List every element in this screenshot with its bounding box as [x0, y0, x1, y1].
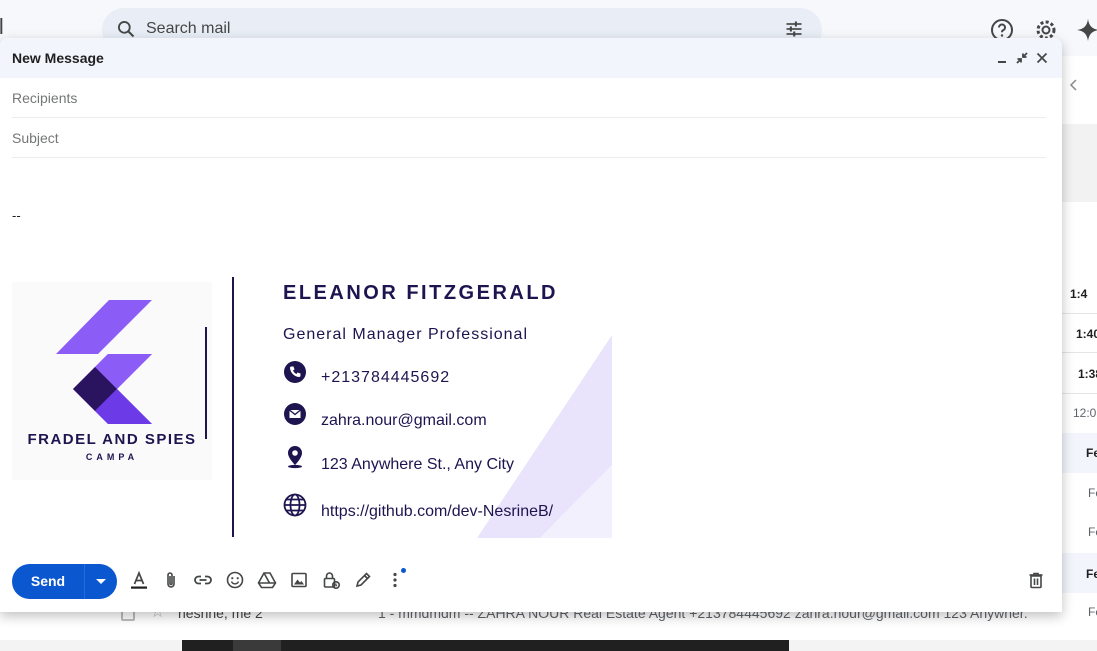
- photo-icon[interactable]: [289, 570, 309, 590]
- close-icon[interactable]: [1034, 50, 1050, 66]
- mail-time: Fe: [1086, 567, 1097, 581]
- mail-time: Fe: [1088, 525, 1097, 539]
- mail-time: 1:38: [1078, 367, 1097, 381]
- mail-time: Fe: [1088, 486, 1097, 500]
- subject-field[interactable]: [12, 118, 1046, 158]
- signature-divider: [232, 277, 234, 537]
- logo-company-name: FRADEL AND SPIES: [27, 431, 197, 448]
- signature-icon[interactable]: [353, 570, 373, 590]
- signature-address: 123 Anywhere St., Any City: [321, 456, 514, 473]
- discard-icon[interactable]: [1026, 570, 1046, 590]
- minimize-icon[interactable]: [994, 50, 1010, 66]
- taskbar-segment: [233, 640, 281, 651]
- compose-title: New Message: [12, 50, 104, 66]
- taskbar-segment: [789, 640, 1097, 651]
- exit-fullscreen-icon[interactable]: [1014, 50, 1030, 66]
- attach-icon[interactable]: [161, 570, 181, 590]
- company-logo: FRADEL AND SPIES CAMPA: [12, 282, 212, 480]
- drive-icon[interactable]: [257, 570, 277, 590]
- gmail-logo-fragment: il: [0, 14, 4, 39]
- link-icon[interactable]: [193, 570, 213, 590]
- search-options-icon[interactable]: [784, 19, 804, 39]
- recipients-field[interactable]: [12, 78, 1046, 118]
- signature-website[interactable]: https://github.com/dev-NesrineB/: [321, 503, 553, 521]
- chevron-left-icon[interactable]: [1068, 78, 1080, 92]
- signature-card: [272, 275, 612, 538]
- globe-icon: [283, 493, 307, 517]
- location-icon: [288, 446, 302, 469]
- logo-tagline: CAMPA: [85, 452, 139, 460]
- logo-mark-icon: [56, 300, 152, 424]
- email-icon: [284, 403, 306, 425]
- signature-email[interactable]: zahra.nour@gmail.com: [321, 412, 487, 430]
- more-options-icon[interactable]: [385, 570, 405, 590]
- search-placeholder: Search mail: [146, 20, 231, 37]
- subject-input[interactable]: [12, 118, 1046, 158]
- logo-accent-line: [205, 327, 207, 439]
- taskbar-segment: [0, 640, 182, 651]
- phone-icon: [284, 361, 306, 383]
- signature-separator: --: [12, 208, 21, 223]
- notification-dot: [401, 568, 406, 573]
- gemini-icon[interactable]: [1076, 18, 1097, 42]
- row-divider: [1062, 352, 1097, 353]
- confidential-icon[interactable]: [321, 570, 341, 590]
- send-label[interactable]: Send: [12, 564, 84, 599]
- mail-time: 1:4: [1070, 287, 1088, 301]
- row-divider: [1062, 393, 1097, 394]
- send-button[interactable]: Send: [12, 564, 117, 599]
- signature-name: ELEANOR FITZGERALD: [283, 282, 558, 304]
- emoji-icon[interactable]: [225, 570, 245, 590]
- recipients-input[interactable]: [12, 78, 1046, 118]
- formatting-icon[interactable]: [129, 570, 149, 590]
- mail-time: 1:40: [1076, 327, 1097, 341]
- mail-time: Fe: [1088, 605, 1097, 619]
- taskbar: [0, 640, 1097, 651]
- mail-time: Fe: [1086, 446, 1097, 460]
- compose-header[interactable]: New Message: [0, 38, 1062, 78]
- mail-time: 12:0: [1073, 406, 1097, 420]
- signature-background-shape: [477, 335, 612, 538]
- signature-phone: +213784445692: [321, 369, 451, 386]
- search-icon[interactable]: [116, 19, 136, 39]
- compose-window: New Message -- FRADEL AND SPIES CAMPA EL…: [0, 38, 1062, 612]
- row-divider: [1062, 313, 1097, 314]
- chevron-down-icon[interactable]: [85, 564, 117, 599]
- signature-job-title: General Manager Professional: [283, 326, 529, 343]
- mail-list-divider: [1062, 124, 1097, 202]
